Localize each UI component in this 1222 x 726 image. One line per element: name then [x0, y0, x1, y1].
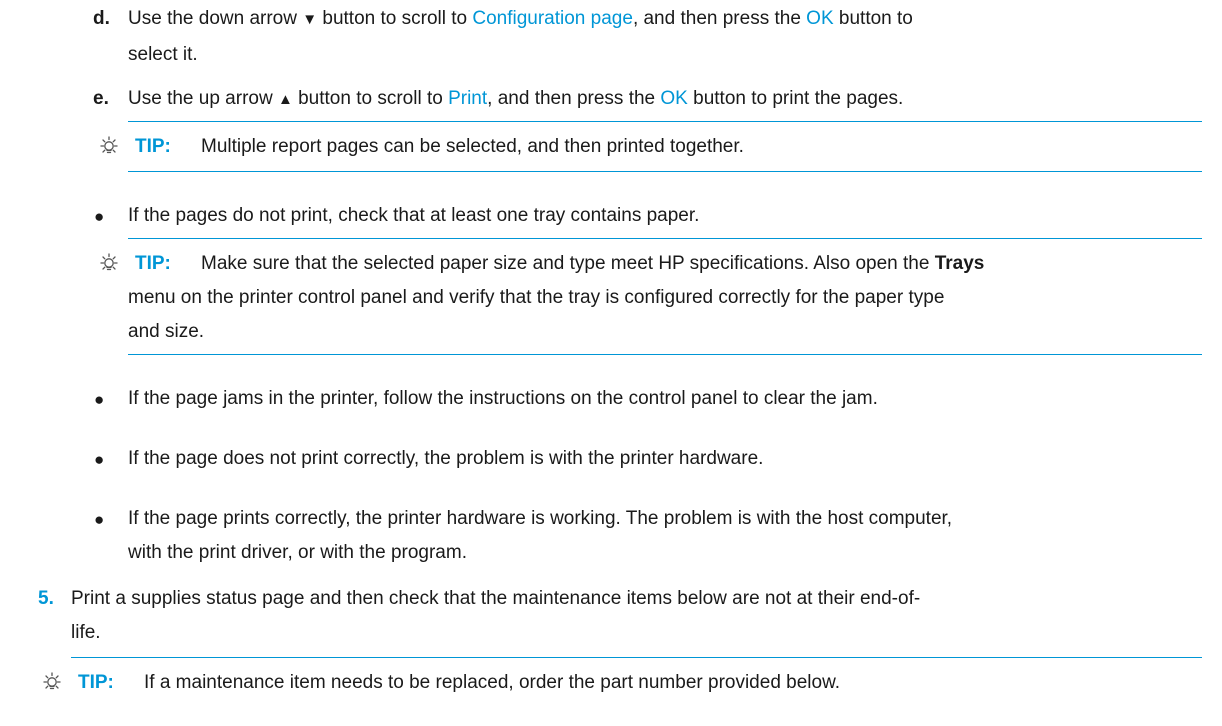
tip-rule-bottom	[128, 354, 1202, 355]
bullet-text: If the page jams in the printer, follow …	[128, 388, 878, 409]
tip-text-line-1: Make sure that the selected paper size a…	[201, 253, 985, 274]
step-letter-d: d.	[93, 8, 110, 29]
tip-rule-top	[128, 121, 1202, 122]
lightbulb-tip-icon	[100, 136, 118, 154]
step-5-line-1: Print a supplies status page and then ch…	[71, 588, 921, 609]
bullet-glyph: ●	[94, 207, 105, 226]
link-print[interactable]: Print	[448, 88, 487, 109]
bullet-text: If the page does not print correctly, th…	[128, 448, 764, 469]
step-e-line: Use the up arrow ▲ button to scroll to P…	[128, 88, 904, 109]
trays-menu-name: Trays	[934, 253, 985, 274]
step-letter-e: e.	[93, 88, 109, 109]
link-ok[interactable]: OK	[660, 88, 687, 109]
link-configuration-page[interactable]: Configuration page	[472, 8, 633, 29]
tip-rule-bottom	[128, 171, 1202, 172]
step-5-line-2: life.	[71, 622, 101, 643]
down-arrow-glyph: ▼	[302, 11, 318, 28]
bullet-text-line-2: with the print driver, or with the progr…	[128, 542, 467, 563]
step-d-line-2: select it.	[128, 44, 198, 65]
lightbulb-tip-icon	[43, 672, 61, 690]
bullet-text: If the pages do not print, check that at…	[128, 205, 700, 226]
tip-text-line-3: and size.	[128, 321, 205, 342]
step-d-line-1: Use the down arrow ▼ button to scroll to…	[128, 8, 913, 29]
link-ok[interactable]: OK	[806, 8, 833, 29]
tip-label: TIP:	[135, 253, 171, 274]
lightbulb-tip-icon	[100, 253, 118, 271]
bullet-glyph: ●	[94, 390, 105, 409]
bullet-glyph: ●	[94, 450, 105, 469]
bullet-text-line-1: If the page prints correctly, the printe…	[128, 508, 953, 529]
tip-text: If a maintenance item needs to be replac…	[144, 672, 841, 693]
tip-text: Multiple report pages can be selected, a…	[201, 136, 744, 157]
up-arrow-glyph: ▲	[277, 91, 293, 108]
tip-rule-top	[128, 238, 1202, 239]
tip-rule-top	[71, 657, 1202, 658]
tip-text-line-2: menu on the printer control panel and ve…	[128, 287, 945, 308]
tip-label: TIP:	[78, 672, 114, 693]
step-number: 5.	[38, 588, 54, 609]
bullet-glyph: ●	[94, 510, 105, 529]
tip-label: TIP:	[135, 136, 171, 157]
